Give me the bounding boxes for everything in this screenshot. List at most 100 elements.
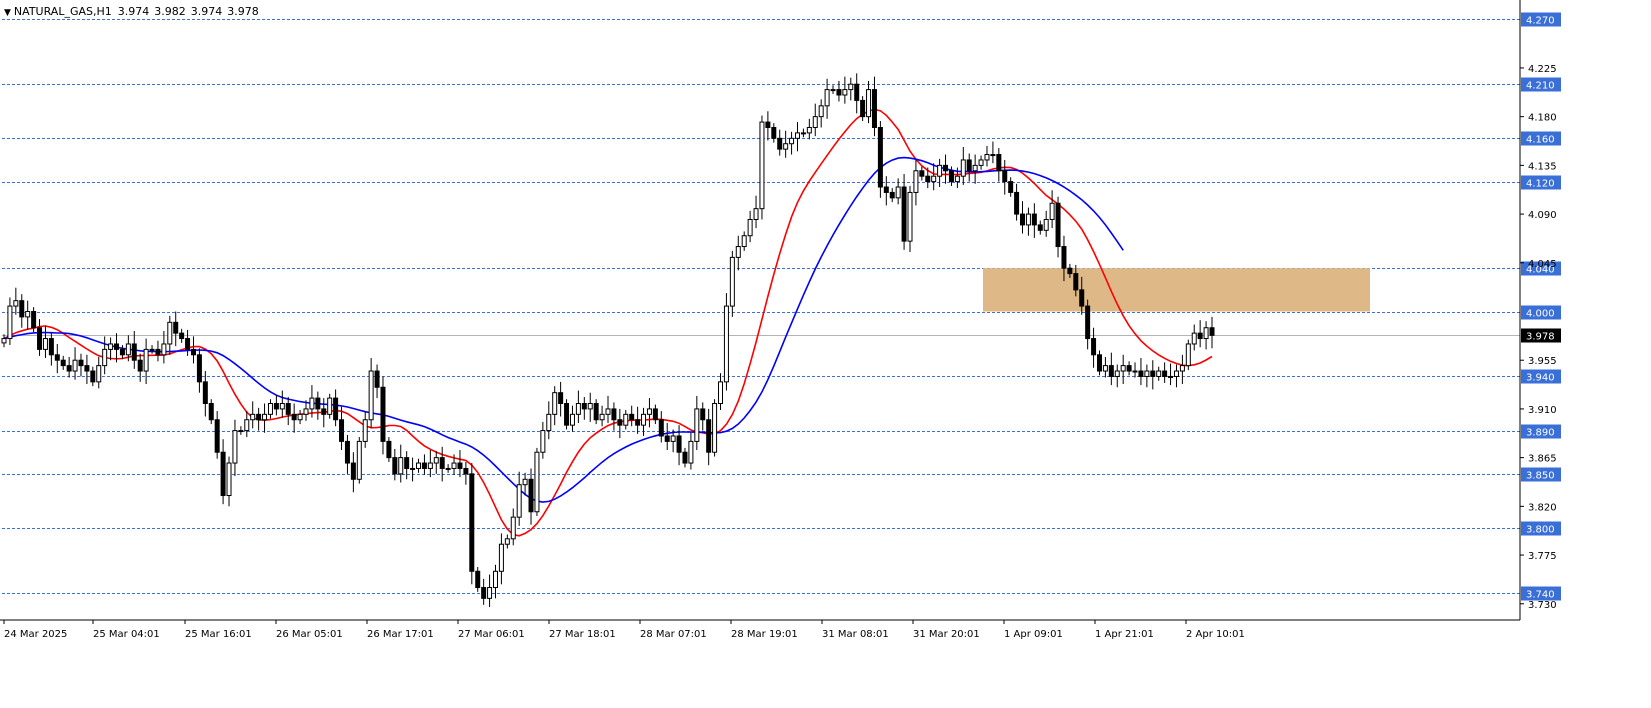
bull-candle xyxy=(818,105,824,118)
bear-candle xyxy=(339,419,345,442)
supply-zone xyxy=(983,268,1370,312)
bear-candle xyxy=(652,408,658,421)
collapse-arrow-icon[interactable]: ▼ xyxy=(4,8,11,18)
bear-candle xyxy=(664,435,670,442)
bull-candle xyxy=(623,413,629,426)
bear-candle xyxy=(1162,370,1168,377)
bear-candle xyxy=(564,403,570,426)
bull-candle xyxy=(244,419,250,432)
price-tick-label: 3.730 xyxy=(1528,600,1557,611)
bull-candle xyxy=(1156,370,1162,377)
bull-candle xyxy=(688,440,694,464)
bull-candle xyxy=(42,338,48,350)
ohlc-low: 3.974 xyxy=(190,5,223,18)
bear-candle xyxy=(457,462,463,469)
time-tick-label: 27 Mar 18:01 xyxy=(549,629,616,640)
bull-candle xyxy=(830,89,836,92)
bull-candle xyxy=(1185,343,1191,367)
bull-candle xyxy=(238,430,244,433)
bull-candle xyxy=(516,484,522,518)
bull-candle xyxy=(954,175,960,183)
bull-candle xyxy=(416,462,422,469)
bear-candle xyxy=(966,159,972,172)
bear-candle xyxy=(1008,181,1014,193)
bear-candle xyxy=(392,457,398,475)
bear-candle xyxy=(481,587,487,599)
bear-candle xyxy=(386,440,392,459)
bull-candle xyxy=(1,338,7,344)
price-tick-label: 4.090 xyxy=(1528,210,1557,221)
bull-candle xyxy=(96,365,102,383)
bull-candle xyxy=(487,587,493,599)
bear-candle xyxy=(475,570,481,589)
bear-candle xyxy=(1085,305,1091,340)
bull-candle xyxy=(800,132,806,135)
bull-candle xyxy=(789,137,795,145)
bull-candle xyxy=(125,343,131,356)
bull-candle xyxy=(1102,365,1108,372)
price-tick-label: 4.135 xyxy=(1528,161,1557,172)
bull-candle xyxy=(587,403,593,410)
bear-candle xyxy=(439,457,445,469)
bull-candle xyxy=(670,435,676,442)
bear-candle xyxy=(901,186,907,242)
bull-candle xyxy=(960,159,966,177)
bull-candle xyxy=(848,83,854,91)
bear-candle xyxy=(996,154,1002,172)
bear-candle xyxy=(380,386,386,442)
bear-candle xyxy=(581,403,587,410)
bull-candle xyxy=(866,89,872,118)
bear-candle xyxy=(836,89,842,96)
bear-candle xyxy=(1138,370,1144,377)
price-tick-label: 4.225 xyxy=(1528,64,1557,75)
bull-candle xyxy=(398,457,404,475)
supply-zone-rect xyxy=(983,268,1370,312)
bear-candle xyxy=(1031,213,1037,226)
bear-candle xyxy=(119,348,125,356)
bear-candle xyxy=(1126,365,1132,372)
bear-candle xyxy=(273,403,279,410)
bull-candle xyxy=(546,413,552,432)
bull-candle xyxy=(1173,370,1179,377)
bear-candle xyxy=(54,354,60,361)
bull-candle xyxy=(712,403,718,453)
bull-candle xyxy=(747,218,753,237)
bull-candle xyxy=(575,403,581,415)
time-tick-label: 26 Mar 05:01 xyxy=(276,629,343,640)
time-axis: 24 Mar 2025 25 Mar 04:01 25 Mar 16:01 26 Ma… xyxy=(3,620,1245,640)
symbol-name: NATURAL_GAS,H1 xyxy=(13,5,112,18)
price-tick-label: 3.910 xyxy=(1528,405,1557,416)
bear-candle xyxy=(220,451,226,497)
bull-candle xyxy=(718,381,724,405)
bear-candle xyxy=(617,419,623,426)
bear-candle xyxy=(196,354,202,383)
bear-candle xyxy=(31,311,37,329)
bear-candle xyxy=(1091,338,1097,356)
bull-candle xyxy=(723,305,729,383)
bull-candle xyxy=(303,408,309,415)
time-tick-label: 25 Mar 04:01 xyxy=(93,629,160,640)
time-tick-label: 28 Mar 07:01 xyxy=(640,629,707,640)
bear-candle xyxy=(285,403,291,415)
bear-candle xyxy=(871,89,877,128)
bull-candle xyxy=(309,397,315,410)
bear-candle xyxy=(706,419,712,453)
bull-candle xyxy=(1191,332,1197,345)
bear-candle xyxy=(190,348,196,356)
moving-averages xyxy=(3,108,1213,537)
bull-candle xyxy=(498,543,504,572)
bear-candle xyxy=(173,321,179,334)
bull-candle xyxy=(161,343,167,356)
time-tick-label: 24 Mar 2025 xyxy=(4,629,67,640)
bear-candle xyxy=(66,365,72,372)
bull-candle xyxy=(552,392,558,415)
bear-candle xyxy=(1150,370,1156,377)
bear-candle xyxy=(676,435,682,453)
bear-candle xyxy=(131,343,137,361)
bull-candle xyxy=(1144,370,1150,377)
bull-candle xyxy=(1114,370,1120,377)
level-label: 3.800 xyxy=(1526,525,1555,536)
bear-candle xyxy=(629,413,635,421)
bear-candle xyxy=(84,365,90,372)
bear-candle xyxy=(19,300,25,318)
